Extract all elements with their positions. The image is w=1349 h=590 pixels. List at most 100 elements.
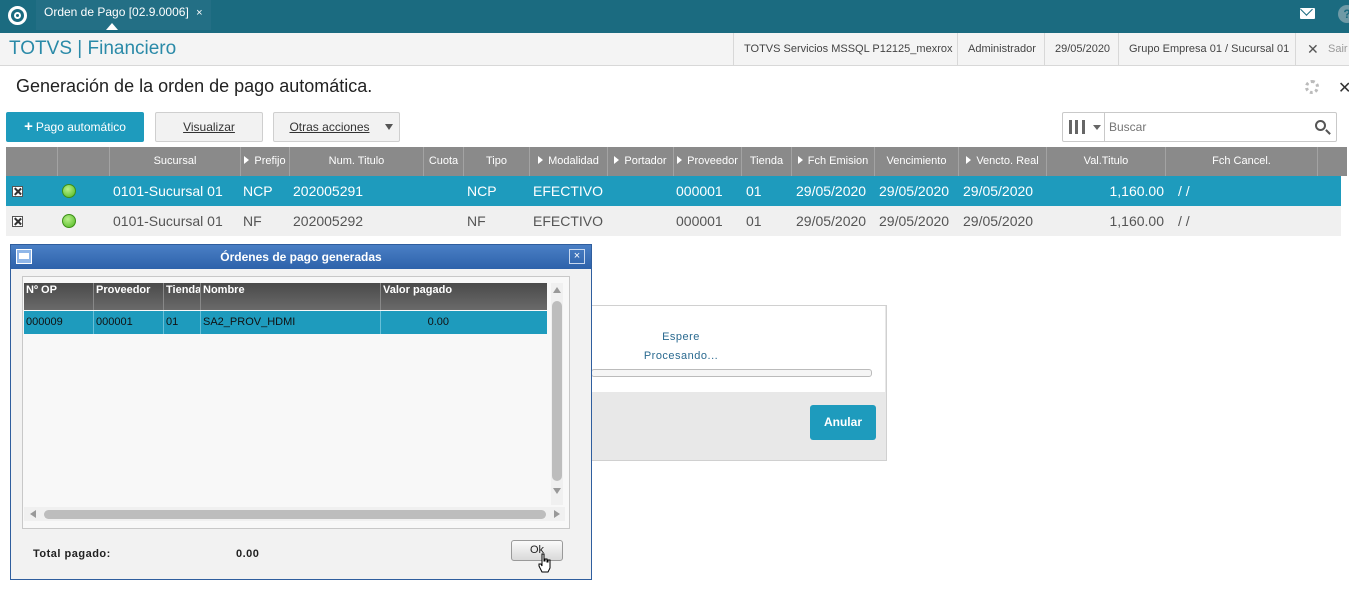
top-bar: Orden de Pago [02.9.0006] × ? (0, 0, 1349, 33)
date-info[interactable]: 29/05/2020 (1044, 33, 1120, 65)
exit-label: Sair (1328, 43, 1348, 55)
total-label: Total pagado: (33, 548, 111, 560)
scroll-thumb[interactable] (44, 510, 546, 519)
sort-icon (797, 156, 803, 164)
col-val-titulo[interactable]: Val.Titulo (1047, 147, 1166, 176)
cell-num-titulo: 202005292 (293, 213, 364, 229)
col-fch-emision[interactable]: Fch Emision (792, 147, 875, 176)
cell-nro-op: 000009 (24, 311, 94, 334)
otras-acciones-button[interactable]: Otras acciones (273, 112, 400, 142)
col-tienda[interactable]: Tienda (742, 147, 792, 176)
columns-icon[interactable] (1069, 120, 1085, 134)
scroll-left-icon[interactable] (30, 510, 36, 518)
table-row[interactable]: 000009 000001 01 SA2_PROV_HDMI 0.00 (24, 311, 547, 334)
col-cuota[interactable]: Cuota (424, 147, 464, 176)
server-info[interactable]: TOTVS Servicios MSSQL P12125_mexrox (733, 33, 962, 65)
checkbox-checked-icon[interactable] (12, 186, 23, 197)
close-icon[interactable]: × (569, 249, 585, 264)
sort-icon (538, 156, 544, 164)
col-proveedor-label: Proveedor (687, 155, 738, 167)
visualizar-label: Visualizar (183, 120, 235, 134)
col-proveedor[interactable]: Proveedor (674, 147, 742, 176)
col-tienda[interactable]: Tienda (164, 283, 201, 310)
scroll-up-icon[interactable] (553, 287, 561, 293)
tab-close-icon[interactable]: × (196, 7, 202, 19)
col-vencto-real-label: Vencto. Real (976, 155, 1039, 167)
cell-fch-cancel: / / (1178, 183, 1190, 199)
scroll-thumb[interactable] (552, 301, 562, 481)
active-tab-indicator (106, 23, 118, 30)
exit-icon: ✕ (1307, 41, 1319, 57)
col-fch-cancel[interactable]: Fch Cancel. (1166, 147, 1318, 176)
col-nro-op[interactable]: Nº OP (24, 283, 94, 310)
cell-prefijo: NF (243, 213, 262, 229)
tab-orden-de-pago[interactable]: Orden de Pago [02.9.0006] × (36, 0, 211, 30)
horizontal-scrollbar[interactable] (24, 507, 565, 521)
search-input[interactable] (1109, 118, 1309, 136)
cell-proveedor: 000001 (676, 183, 723, 199)
hand-cursor-icon (538, 553, 551, 573)
cell-vencto-real: 29/05/2020 (963, 213, 1034, 229)
pago-automatico-button[interactable]: + Pago automático (6, 112, 144, 142)
col-vencimiento[interactable]: Vencimiento (875, 147, 959, 176)
user-info[interactable]: Administrador (957, 33, 1046, 65)
close-icon[interactable]: ✕ (1338, 78, 1349, 98)
cell-val-titulo: 1,160.00 (1109, 213, 1165, 229)
col-tipo[interactable]: Tipo (464, 147, 530, 176)
pago-automatico-label: Pago automático (35, 120, 126, 134)
gear-icon[interactable] (1305, 80, 1319, 94)
cell-tienda: 01 (746, 213, 762, 229)
table-row[interactable]: 0101-Sucursal 01 NF 202005292 NF EFECTIV… (6, 206, 1341, 236)
scroll-down-icon[interactable] (553, 488, 561, 494)
search-icon[interactable] (1315, 120, 1326, 131)
cell-proveedor: 000001 (676, 213, 723, 229)
col-prefijo[interactable]: Prefijo (241, 147, 290, 176)
sort-icon (244, 156, 250, 164)
cell-num-titulo: 202005291 (293, 183, 364, 199)
col-sucursal[interactable]: Sucursal (110, 147, 241, 176)
progress-title: Espere (662, 331, 700, 343)
sort-icon (966, 156, 972, 164)
progress-dialog: Espere Procesando... Anular (590, 305, 887, 461)
app-header: TOTVS | Financiero TOTVS Servicios MSSQL… (0, 33, 1349, 66)
progress-subtitle: Procesando... (643, 350, 719, 362)
cell-sucursal: 0101-Sucursal 01 (113, 213, 223, 229)
col-vencto-real[interactable]: Vencto. Real (959, 147, 1047, 176)
mail-icon[interactable] (1300, 8, 1315, 19)
sort-icon (614, 156, 620, 164)
app-brand: TOTVS | Financiero (9, 38, 177, 59)
page-title: Generación de la orden de pago automátic… (16, 76, 373, 96)
col-nombre[interactable]: Nombre (201, 283, 381, 310)
visualizar-button[interactable]: Visualizar (155, 112, 263, 142)
cell-modalidad: EFECTIVO (533, 213, 604, 229)
checkbox-checked-icon[interactable] (12, 216, 23, 227)
cell-tienda: 01 (164, 311, 201, 334)
col-status[interactable] (58, 147, 110, 176)
chevron-down-icon[interactable] (1093, 125, 1101, 130)
anular-button[interactable]: Anular (810, 405, 876, 440)
col-num-titulo[interactable]: Num. Titulo (290, 147, 424, 176)
help-icon[interactable]: ? (1338, 5, 1349, 23)
status-green-icon (62, 184, 76, 198)
dialog-title: Órdenes de pago generadas (220, 250, 382, 264)
cell-sucursal: 0101-Sucursal 01 (113, 183, 223, 199)
col-prefijo-label: Prefijo (254, 155, 286, 167)
table-row[interactable]: 0101-Sucursal 01 NCP 202005291 NCP EFECT… (6, 176, 1341, 206)
col-modalidad[interactable]: Modalidad (530, 147, 608, 176)
scroll-right-icon[interactable] (554, 510, 560, 518)
company-info[interactable]: Grupo Empresa 01 / Sucursal 01 (1118, 33, 1299, 65)
cell-prefijo: NCP (243, 183, 273, 199)
window-icon[interactable] (16, 249, 32, 264)
vertical-scrollbar[interactable] (551, 283, 563, 505)
cell-fch-cancel: / / (1178, 213, 1190, 229)
dialog-title-bar[interactable]: Órdenes de pago generadas (11, 245, 591, 269)
col-check[interactable] (6, 147, 58, 176)
totvs-logo-icon[interactable] (8, 6, 27, 25)
cell-fch-emision: 29/05/2020 (796, 213, 867, 229)
col-fch-emision-label: Fch Emision (807, 155, 869, 167)
col-portador[interactable]: Portador (608, 147, 674, 176)
col-valor-pagado[interactable]: Valor pagado (381, 283, 547, 310)
otras-acciones-label: Otras acciones (289, 120, 370, 134)
ok-button[interactable]: Ok (511, 540, 563, 561)
col-proveedor[interactable]: Proveedor (94, 283, 164, 310)
